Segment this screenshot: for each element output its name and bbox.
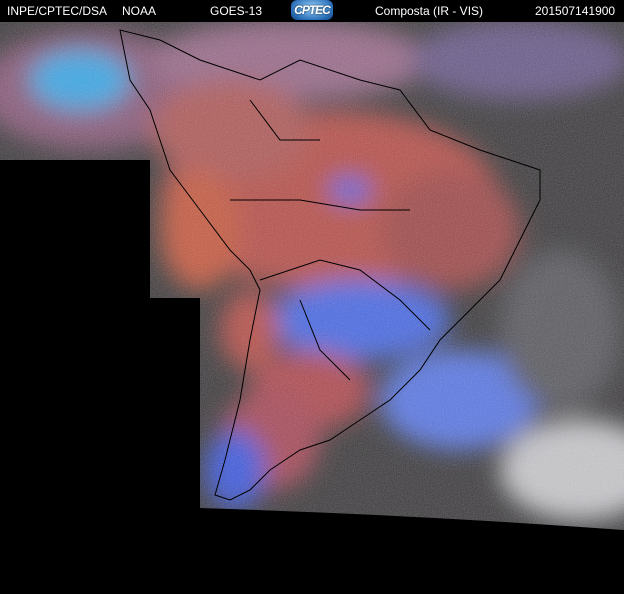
agency-label: INPE/CPTEC/DSA xyxy=(7,4,108,18)
imagery-area xyxy=(0,20,624,530)
partner-label: NOAA xyxy=(122,4,157,18)
cptec-logo: CPTEC xyxy=(291,0,333,20)
image-header: INPE/CPTEC/DSA NOAA GOES-13 CPTEC Compos… xyxy=(0,0,624,22)
satellite-composite-image xyxy=(0,20,624,530)
product-label: Composta (IR - VIS) xyxy=(375,4,484,18)
timestamp-label: 201507141900 xyxy=(535,4,616,18)
satellite-label: GOES-13 xyxy=(210,4,263,18)
